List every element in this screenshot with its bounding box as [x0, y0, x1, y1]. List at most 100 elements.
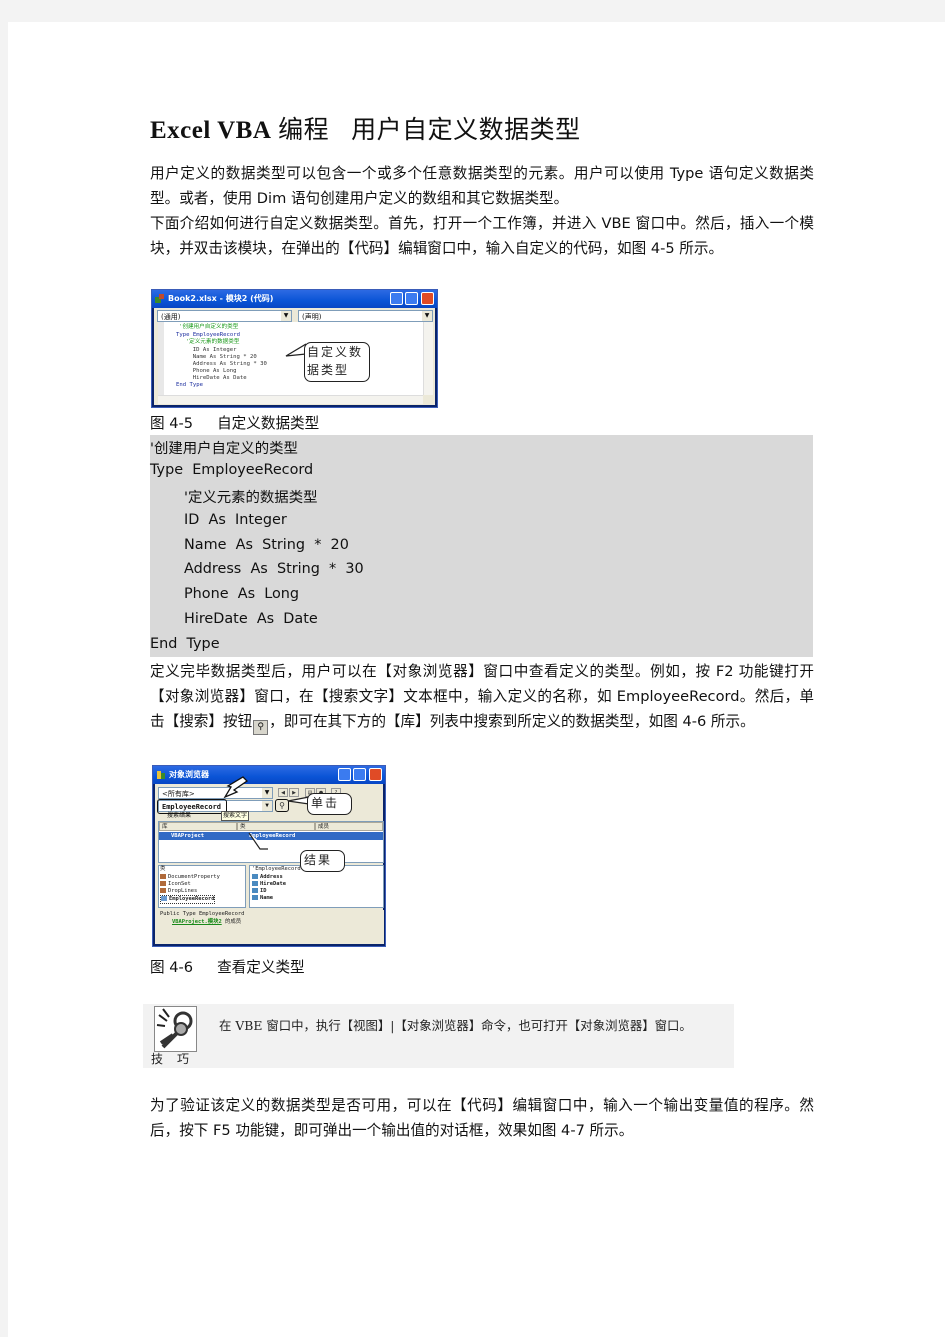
code-line: Name As String * 20 — [184, 537, 349, 553]
library-combo-value: <所有库> — [162, 790, 195, 798]
search-result-row: VBAProject EmployeeRecord — [159, 832, 383, 840]
code-line: HireDate As Date — [186, 375, 247, 381]
caption-text: 查看定义类型 — [217, 959, 305, 976]
member-icon — [252, 881, 258, 886]
member-item: Address — [260, 874, 283, 880]
code-line: Address As String * 30 — [186, 361, 267, 367]
result-library: VBAProject — [171, 833, 205, 839]
code-line: Type EmployeeRecord — [176, 332, 240, 338]
verify-paragraph: 为了验证该定义的数据类型是否可用，可以在【代码】编辑窗口中，输入一个输出变量值的… — [150, 1093, 814, 1143]
member-item: ID — [260, 888, 267, 894]
close-icon — [369, 768, 382, 781]
chevron-down-icon: ▼ — [262, 801, 272, 811]
callout-result: 结果 — [300, 850, 345, 872]
tip-box: 技巧 在 VBE 窗口中，执行【视图】|【对象浏览器】命令，也可打开【对象浏览器… — [143, 1004, 734, 1068]
title-zh1: 编程 — [278, 117, 330, 144]
member-item: Name — [260, 895, 273, 901]
horizontal-scrollbar — [158, 395, 423, 404]
details-declaration: Public Type EmployeeRecord — [160, 911, 245, 917]
paragraph-text: ，即可在其下方的【库】列表中搜索到所定义的数据类型，如图 4-6 所示。 — [269, 713, 755, 730]
window-titlebar: 对象浏览器 — [153, 766, 385, 784]
code-line: '定义元素的数据类型 — [179, 339, 240, 345]
code-line: '创建用户自定义的类型 — [179, 324, 239, 330]
callout-pointer — [248, 832, 268, 850]
code-line: End Type — [176, 382, 203, 388]
vba-module-icon — [155, 294, 164, 303]
details-link: VBAProject.模块2 — [172, 919, 222, 925]
figure-4-6-object-browser: 对象浏览器 <所有库>▼ ◀ ▶ ▤ ● ? EmployeeRecord▼ ⚲… — [152, 765, 386, 947]
procedure-combo: (声明) ▼ — [298, 310, 433, 322]
object-combo-value: (通用) — [161, 313, 181, 321]
object-combo: (通用) ▼ — [157, 310, 292, 322]
search-results-list: 库 类 成员 VBAProject EmployeeRecord — [158, 821, 384, 863]
column-header-class: 类 — [237, 822, 315, 831]
caption-number: 图 4-6 — [150, 959, 194, 976]
details-pane: Public Type EmployeeRecord VBAProject.模块… — [158, 910, 384, 944]
code-line: ID As Integer — [184, 512, 287, 528]
column-header-member: 成员 — [315, 822, 383, 831]
search-text-tooltip: 搜索文字 — [221, 811, 250, 821]
class-item: DropLines — [168, 888, 198, 894]
title-en: Excel VBA — [150, 117, 272, 144]
code-line: Address As String * 30 — [184, 561, 364, 577]
title-zh2: 用户自定义数据类型 — [351, 117, 581, 144]
chevron-down-icon: ▼ — [262, 788, 272, 798]
tip-text: 在 VBE 窗口中，执行【视图】|【对象浏览器】命令，也可打开【对象浏览器】窗口… — [219, 1018, 692, 1033]
code-line: ID As Integer — [186, 347, 237, 353]
code-line: Phone As Long — [186, 368, 237, 374]
member-icon — [252, 874, 258, 879]
procedure-combo-value: (声明) — [302, 313, 322, 321]
intro-paragraph: 用户定义的数据类型可以包含一个或多个任意数据类型的元素。用户可以使用 Type … — [150, 165, 814, 207]
arrow-icon — [223, 776, 249, 799]
window-title: 对象浏览器 — [169, 770, 209, 779]
tip-label: 技巧 — [151, 1052, 204, 1066]
class-item: EmployeeRecord — [169, 896, 215, 902]
callout-click: 单击 — [307, 793, 352, 815]
callout-pointer — [285, 343, 306, 357]
paragraph-text: 为了验证该定义的数据类型是否可用，可以在【代码】编辑窗口中，输入一个输出变量值的… — [150, 1097, 814, 1139]
code-block: '创建用户自定义的类型 Type EmployeeRecord '定义元素的数据… — [150, 435, 813, 657]
class-icon — [160, 888, 166, 893]
chevron-down-icon: ▼ — [281, 311, 291, 321]
class-item: IconSet — [168, 881, 191, 887]
member-icon — [252, 895, 258, 900]
minimize-icon — [338, 768, 351, 781]
code-line: End Type — [150, 636, 220, 652]
intro-paragraphs: 用户定义的数据类型可以包含一个或多个任意数据类型的元素。用户可以使用 Type … — [150, 161, 814, 261]
code-line: Type EmployeeRecord — [150, 462, 314, 478]
code-line: HireDate As Date — [184, 611, 318, 627]
minimize-icon — [390, 292, 403, 305]
object-browser-paragraph: 定义完毕数据类型后，用户可以在【对象浏览器】窗口中查看定义的类型。例如，按 F2… — [150, 659, 814, 735]
binoculars-icon: ⚲ — [253, 720, 269, 735]
code-line: Name As String * 20 — [186, 354, 257, 360]
classes-list: 类 DocumentProperty IconSet DropLines Emp… — [158, 865, 246, 908]
maximize-icon — [353, 768, 366, 781]
class-item: DocumentProperty — [168, 874, 220, 880]
class-icon — [160, 874, 166, 879]
column-header-library: 库 — [159, 822, 237, 831]
class-icon — [160, 881, 166, 886]
figure-4-5-code-window: Book2.xlsx - 模块2 (代码) (通用) ▼ (声明) ▼ '创建用户自… — [151, 289, 438, 408]
intro-paragraph: 下面介绍如何进行自定义数据类型。首先，打开一个工作簿，并进入 VBE 窗口中。然… — [150, 215, 814, 257]
type-icon — [161, 896, 167, 901]
code-line: '创建用户自定义的类型 — [150, 441, 298, 457]
chevron-down-icon: ▼ — [422, 311, 432, 321]
keys-icon — [154, 1006, 197, 1052]
window-title: Book2.xlsx - 模块2 (代码) — [168, 294, 274, 303]
callout-custom-type: 自定义数 据类型 — [304, 342, 370, 382]
maximize-icon — [405, 292, 418, 305]
details-suffix: 的成员 — [221, 919, 242, 925]
object-browser-icon — [157, 771, 165, 779]
classes-header: 类 — [160, 866, 166, 872]
library-combo: <所有库> ▼ — [158, 787, 273, 799]
window-titlebar: Book2.xlsx - 模块2 (代码) — [152, 290, 437, 308]
callout-pointer — [287, 796, 309, 805]
search-results-label: 搜索结果 — [167, 812, 192, 819]
document-title: Excel VBA 编程 用户自定义数据类型 — [150, 110, 581, 146]
code-line: Phone As Long — [184, 586, 300, 602]
figure-4-5-caption: 图 4-5 自定义数据类型 — [150, 412, 319, 433]
caption-number: 图 4-5 — [150, 415, 194, 432]
member-item: HireDate — [260, 881, 286, 887]
member-icon — [252, 888, 258, 893]
close-icon — [421, 292, 434, 305]
